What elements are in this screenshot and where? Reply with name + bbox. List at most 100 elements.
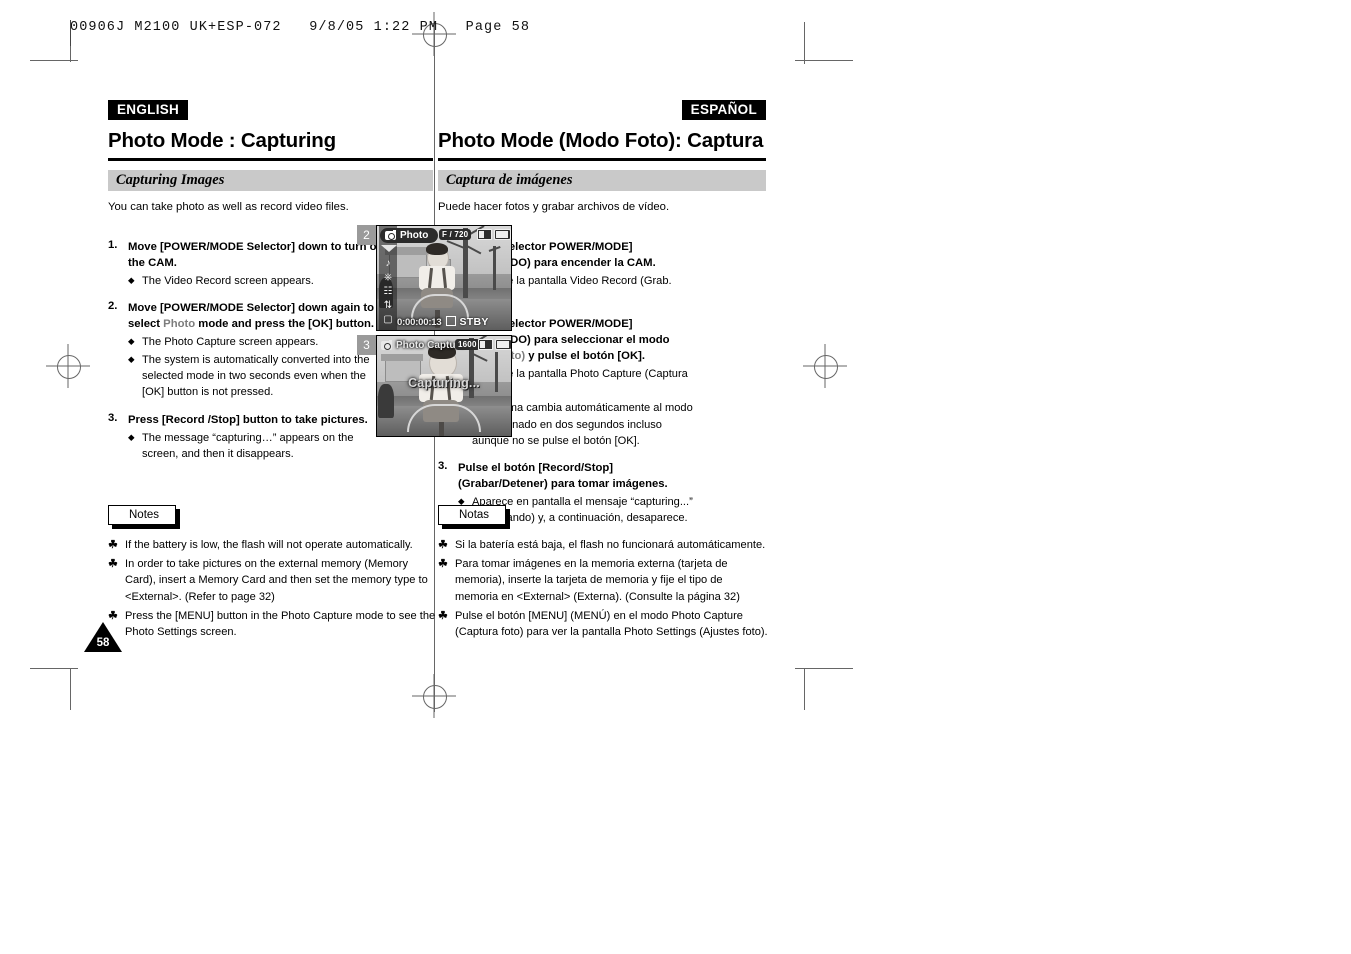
note-item: ☘ Para tomar imágenes en la memoria exter… [438, 556, 768, 605]
osd-mode-title-photo: Photo [380, 228, 439, 243]
stop-square-icon [446, 316, 457, 326]
step-heading: Pulse el botón [Record/Stop] (Grabar/Det… [458, 460, 698, 492]
english-section-bar: Capturing Images [108, 170, 433, 191]
note-clover-icon: ☘ [438, 558, 448, 571]
step-heading-part: Press [Record /Stop] button to take pict… [128, 413, 368, 426]
lcd-osd-overlay-2: Photo Capture 1600 Capturing... [377, 336, 511, 436]
settings-icon: ⇅ [383, 300, 393, 311]
bullet-text: The Video Record screen appears. [142, 275, 314, 288]
crop-mark-bottom-right-v [804, 668, 805, 710]
step-bullets: ◆ The message “capturing…” appears on the… [128, 430, 386, 462]
spanish-notes-label: Notas [438, 505, 507, 525]
crop-mark-bottom-left-v [70, 668, 71, 710]
note-item: ☘ Si la batería está baja, el flash no fu… [438, 537, 768, 553]
screenshot-step-2: 2 Photo ♪ ⎈ ☷ ⇅ ▢ F / 720 0:00:00:13 STB… [357, 225, 513, 333]
step-heading-part: Pulse el botón [Record/Stop] (Grabar/Det… [458, 461, 668, 490]
note-item: ☘ If the battery is low, the flash will n… [108, 537, 438, 553]
step-heading-highlight: Photo [163, 318, 196, 331]
crop-mark-top-right-v [804, 22, 805, 64]
note-text: Pulse el botón [MENU] (MENÚ) en el modo … [455, 609, 768, 638]
spanish-section-bar: Captura de imágenes [438, 170, 766, 191]
step-number: 3. [108, 411, 118, 424]
bullet-item: ◆ The Photo Capture screen appears. [128, 334, 386, 350]
camera-icon [385, 229, 396, 240]
note-clover-icon: ☘ [438, 539, 448, 551]
bullet-text: The message “capturing…” appears on the … [142, 431, 354, 460]
english-notes-block: Notes ☘ If the battery is low, the flash … [108, 505, 438, 640]
registration-mark-left [46, 344, 90, 388]
note-clover-icon: ☘ [108, 539, 118, 551]
step-number: 1. [108, 239, 118, 251]
english-lang-row: ENGLISH [108, 100, 433, 122]
registration-mark-right [803, 344, 847, 388]
lcd-screen-video-record: Photo ♪ ⎈ ☷ ⇅ ▢ F / 720 0:00:00:13 STBY [376, 225, 512, 331]
status-badge-stby: STBY [446, 316, 488, 328]
step-heading-part: mode and press the [OK] button. [195, 318, 375, 331]
microphone-icon: ⎈ [384, 272, 392, 283]
english-lead-text: You can take photo as well as record vid… [108, 201, 349, 213]
step-heading-part: Move [POWER/MODE Selector] down to turn … [128, 241, 384, 270]
step-body: Move [POWER/MODE Selector] down again to… [128, 300, 386, 400]
note-clover-icon: ☘ [438, 609, 448, 622]
osd-mode-title-text: Photo [400, 230, 429, 241]
step-heading-part: y pulse el botón [OK]. [525, 350, 645, 363]
note-text: If the battery is low, the flash will no… [125, 539, 413, 551]
screenshot-3-badge: 3 [357, 335, 376, 355]
step-body: Move [POWER/MODE Selector] down to turn … [128, 239, 386, 289]
music-note-icon: ♪ [385, 258, 391, 269]
note-clover-icon: ☘ [108, 558, 118, 571]
bullet-item: ◆ The system is automatically converted i… [128, 352, 386, 400]
spanish-notes-block: Notas ☘ Si la batería está baja, el flash… [438, 505, 768, 640]
note-text: Si la batería está baja, el flash no fun… [455, 539, 766, 551]
bullet-item: ◆ The message “capturing…” appears on the… [128, 430, 386, 462]
note-item: ☘ In order to take pictures on the extern… [108, 556, 438, 605]
step-heading: Move [POWER/MODE Selector] down again to… [128, 300, 386, 332]
document-icon: ☷ [383, 286, 393, 297]
registration-mark-bottom [412, 674, 456, 718]
english-title-rule [108, 158, 433, 161]
note-text: Press the [MENU] button in the Photo Cap… [125, 609, 436, 638]
tape-icon [477, 229, 492, 240]
english-notes-label: Notes [108, 505, 177, 525]
resolution-badge-2: 1600 [455, 339, 480, 350]
video-camera-icon: ▢ [383, 314, 393, 325]
step-bullets: ◆ The Video Record screen appears. [128, 273, 386, 289]
print-header-text: 00906J M2100 UK+ESP-072 9/8/05 1:22 PM P… [70, 20, 531, 35]
bullet-diamond-icon: ◆ [128, 275, 135, 286]
bullet-text: The system is automatically converted in… [142, 354, 370, 399]
lcd-status-bar-1: 0:00:00:13 STBY [397, 316, 507, 328]
screenshot-2-badge: 2 [357, 225, 376, 245]
camera-icon [381, 339, 392, 350]
resolution-badge-1: F / 720 [439, 229, 472, 240]
note-text: Para tomar imágenes en la memoria extern… [455, 558, 740, 603]
spanish-lead-text: Puede hacer fotos y grabar archivos de v… [438, 201, 670, 213]
step-body: Press [Record /Stop] button to take pict… [128, 412, 386, 462]
screenshot-step-3: 3 Photo Capture 1600 Capturing... [357, 335, 513, 437]
bullet-text: The Photo Capture screen appears. [142, 336, 319, 349]
spanish-page-title: Photo Mode (Modo Foto): Captura [438, 129, 764, 152]
lcd-screen-photo-capture: Photo Capture 1600 Capturing... [376, 335, 512, 437]
bullet-diamond-icon: ◆ [128, 431, 135, 442]
step-heading: Move [POWER/MODE Selector] down to turn … [128, 239, 386, 271]
note-item: ☘ Press the [MENU] button in the Photo Ca… [108, 608, 438, 640]
battery-icon [494, 229, 511, 240]
bullet-diamond-icon: ◆ [128, 336, 135, 347]
english-page-title: Photo Mode : Capturing [108, 129, 336, 152]
english-notes-tab: Notes [108, 505, 181, 529]
timecode-text: 0:00:00:13 [397, 316, 442, 328]
manual-page: 00906J M2100 UK+ESP-072 9/8/05 1:22 PM P… [0, 0, 1351, 954]
step-number: 2. [108, 300, 118, 313]
note-item: ☘ Pulse el botón [MENU] (MENÚ) en el modo… [438, 608, 768, 640]
page-number-text: 58 [96, 637, 110, 649]
bullet-item: ◆ The Video Record screen appears. [128, 273, 386, 289]
tape-icon [478, 339, 493, 350]
chevron-down-icon [381, 245, 397, 252]
battery-icon [495, 339, 511, 350]
capturing-message: Capturing... [408, 376, 480, 390]
header-left-rule [70, 20, 71, 46]
spanish-lang-tag: ESPAÑOL [681, 100, 766, 120]
bullet-diamond-icon: ◆ [128, 354, 135, 365]
step-bullets: ◆ The Photo Capture screen appears. ◆ The s… [128, 334, 386, 400]
lcd-osd-overlay-1: Photo ♪ ⎈ ☷ ⇅ ▢ F / 720 0:00:00:13 STBY [377, 226, 511, 330]
spanish-notes-tab: Notas [438, 505, 511, 529]
